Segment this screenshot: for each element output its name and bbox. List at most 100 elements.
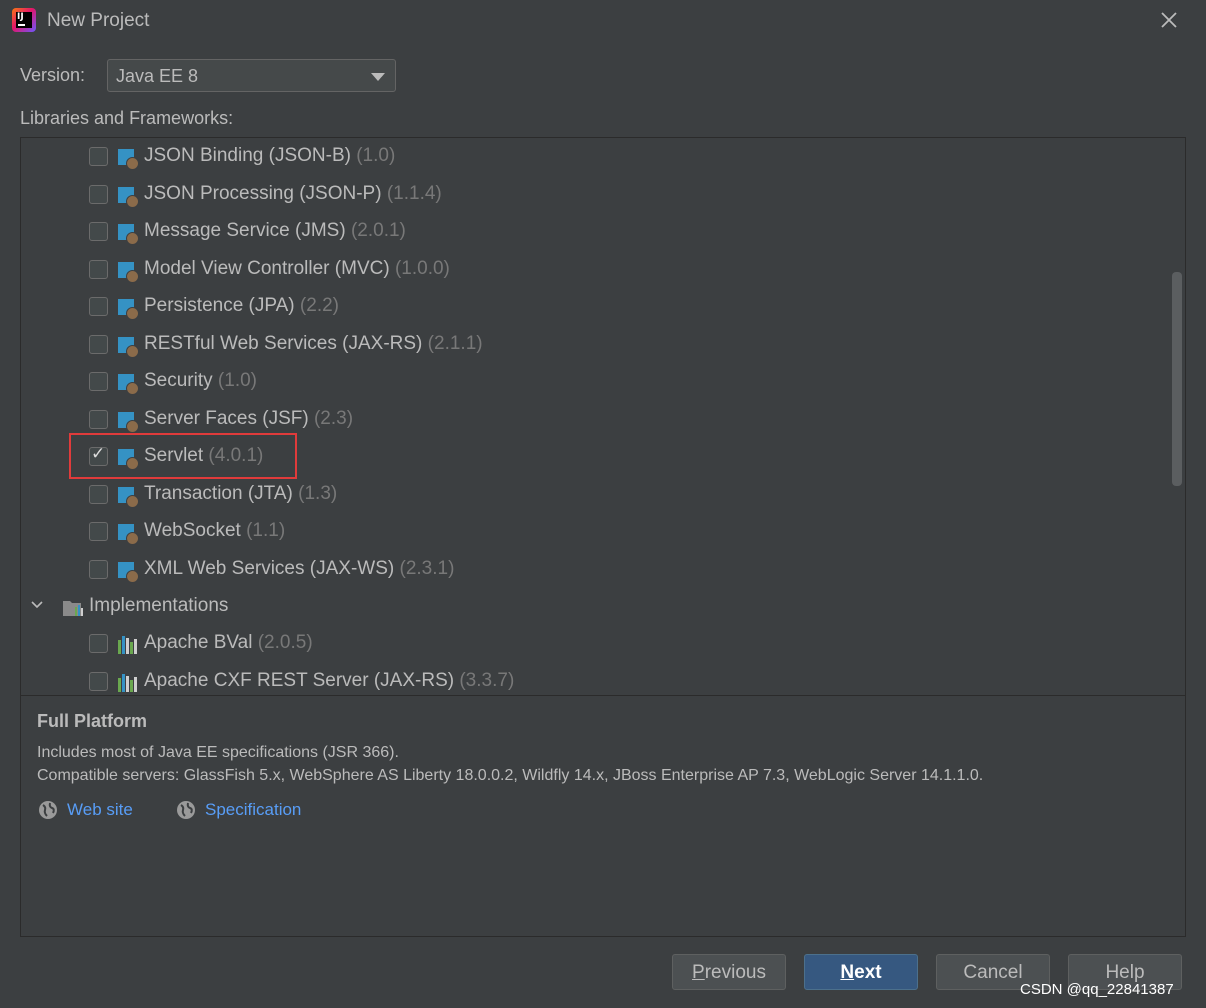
item-label: Persistence (JPA) (2.2) (144, 295, 339, 317)
checkbox[interactable] (89, 522, 108, 541)
item-name: Persistence (JPA) (144, 295, 295, 316)
item-name: Apache CXF REST Server (JAX-RS) (144, 669, 455, 691)
checkbox[interactable] (89, 409, 108, 429)
folder-library-icon (63, 601, 83, 616)
library-item[interactable]: Server Faces (JSF) (2.3) (89, 404, 789, 436)
item-version: (1.3) (298, 482, 338, 504)
library-item[interactable]: Model View Controller (MVC) (1.0.0) (89, 254, 789, 286)
web-site-link-text[interactable]: Web site (67, 800, 133, 820)
item-name: Transaction (JTA) (144, 482, 293, 504)
chevron-down-icon[interactable] (31, 599, 43, 611)
library-icon (118, 486, 139, 508)
globe-icon (39, 801, 57, 819)
item-label: JSON Binding (JSON-B) (1.0) (144, 145, 395, 167)
window-title: New Project (47, 10, 150, 31)
checkbox[interactable] (89, 372, 108, 391)
libraries-tree: JSON Binding (JSON-B) (1.0) JSON Processi… (21, 138, 1185, 695)
checkbox[interactable] (89, 334, 108, 354)
next-button[interactable]: Next (804, 954, 918, 990)
item-version: (1.1.4) (386, 182, 442, 204)
item-version: (1.0) (217, 370, 257, 391)
previous-label: revious (704, 962, 766, 983)
implementation-item[interactable]: Apache BVal (2.0.5) (89, 628, 789, 660)
item-version: (2.0.1) (350, 220, 406, 241)
item-label: Message Service (JMS) (2.0.1) (144, 220, 406, 242)
library-icon (118, 374, 139, 395)
checkbox[interactable] (89, 297, 108, 316)
item-label: Transaction (JTA) (1.3) (144, 483, 337, 505)
globe-icon (177, 801, 195, 819)
library-item[interactable]: Transaction (JTA) (1.3) (89, 479, 789, 511)
item-version: (2.3) (313, 407, 354, 429)
library-icon (118, 524, 139, 545)
watermark: CSDN @qq_22841387 (1020, 981, 1174, 998)
item-name: Apache BVal (144, 632, 253, 653)
item-name: XML Web Services (JAX-WS) (144, 557, 395, 579)
item-version: (2.3.1) (399, 557, 455, 579)
library-item[interactable]: WebSocket (1.1) (89, 516, 789, 548)
library-icon (118, 186, 139, 208)
item-version: (2.1.1) (427, 332, 483, 354)
checkbox[interactable] (89, 671, 108, 691)
compatible-servers: Compatible servers: GlassFish 5.x, WebSp… (37, 767, 984, 784)
description-line: Includes most of Java EE specifications … (37, 744, 399, 761)
title-bar (0, 0, 1206, 44)
item-version: (2.0.5) (257, 632, 313, 653)
item-version: (1.1) (246, 520, 286, 541)
item-name: Model View Controller (MVC) (144, 257, 390, 279)
item-version: (1.0) (356, 145, 396, 166)
library-icon (118, 261, 139, 283)
library-item[interactable]: RESTful Web Services (JAX-RS) (2.1.1) (89, 329, 789, 361)
checkbox[interactable] (89, 484, 108, 504)
library-item[interactable]: JSON Binding (JSON-B) (1.0) (89, 141, 789, 173)
library-icon (118, 224, 139, 245)
version-value: Java EE 8 (116, 66, 199, 86)
specification-link[interactable]: Specification (176, 799, 306, 823)
item-name: JSON Processing (JSON-P) (144, 182, 382, 204)
version-label: Version: (20, 65, 86, 85)
item-label: Apache BVal (2.0.5) (144, 632, 313, 654)
version-select[interactable]: Java EE 8 (107, 59, 396, 92)
library-item[interactable]: Message Service (JMS) (2.0.1) (89, 216, 789, 248)
library-icon (118, 299, 139, 320)
item-name: WebSocket (144, 520, 241, 541)
library-item[interactable]: XML Web Services (JAX-WS) (2.3.1) (89, 554, 789, 586)
checkbox[interactable] (89, 634, 108, 653)
mnemonic: N (840, 962, 855, 983)
library-icon (118, 561, 139, 583)
item-version: (2.2) (299, 295, 339, 316)
item-label: XML Web Services (JAX-WS) (2.3.1) (144, 558, 454, 580)
item-label: Apache CXF REST Server (JAX-RS) (3.3.7) (144, 670, 514, 692)
divider (21, 695, 1185, 696)
item-label: WebSocket (1.1) (144, 520, 285, 542)
item-name: RESTful Web Services (JAX-RS) (144, 332, 423, 354)
implementation-item[interactable]: Apache CXF REST Server (JAX-RS) (3.3.7) (89, 666, 789, 696)
description-title: Full Platform (37, 711, 148, 731)
item-name: JSON Binding (JSON-B) (144, 145, 351, 166)
servlet-highlight-box (69, 433, 297, 479)
item-version: (1.0.0) (394, 257, 450, 279)
item-name: Message Service (JMS) (144, 220, 346, 241)
library-item[interactable]: Security (1.0) (89, 366, 789, 398)
mnemonic: P (692, 962, 705, 983)
next-label: ext (854, 962, 882, 983)
library-item[interactable]: Persistence (JPA) (2.2) (89, 291, 789, 323)
specification-link-text[interactable]: Specification (205, 800, 301, 820)
checkbox[interactable] (89, 222, 108, 241)
close-icon[interactable] (1157, 8, 1181, 32)
web-site-link[interactable]: Web site (38, 799, 138, 823)
libraries-label: Libraries and Frameworks: (20, 108, 234, 128)
checkbox[interactable] (89, 184, 108, 204)
item-label: Model View Controller (MVC) (1.0.0) (144, 258, 450, 280)
scrollbar-thumb[interactable] (1172, 272, 1182, 486)
library-icon (118, 149, 139, 170)
checkbox[interactable] (89, 559, 108, 579)
checkbox[interactable] (89, 259, 108, 279)
library-icon (118, 411, 139, 433)
library-item[interactable]: JSON Processing (JSON-P) (1.1.4) (89, 179, 789, 211)
implementations-group[interactable]: Implementations (21, 591, 421, 623)
implementation-icon (118, 636, 138, 654)
item-name: Security (144, 370, 213, 391)
checkbox[interactable] (89, 147, 108, 166)
previous-button[interactable]: Previous (672, 954, 786, 990)
